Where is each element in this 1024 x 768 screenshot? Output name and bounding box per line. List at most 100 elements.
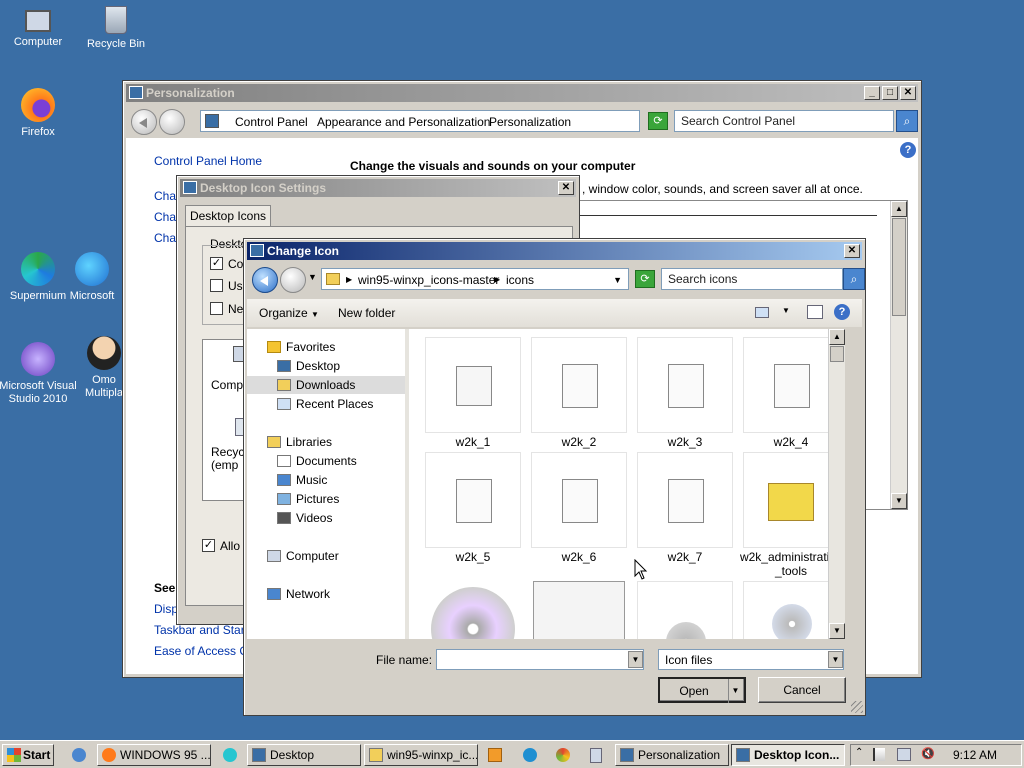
view-dropdown-icon[interactable]: ▼ <box>782 306 790 315</box>
scroll-thumb[interactable] <box>830 346 844 362</box>
ie-quicklaunch-icon[interactable] <box>72 748 86 762</box>
file-type-dropdown-icon[interactable]: ▼ <box>828 651 843 668</box>
taskbar-item-personalization[interactable]: Personalization <box>615 744 729 766</box>
calculator-icon[interactable] <box>590 748 602 763</box>
open-split-arrow-icon[interactable]: ▼ <box>728 679 742 703</box>
checkbox-computer[interactable]: ✓ <box>210 257 223 270</box>
dialog-address-field[interactable]: ▶ win95-winxp_icons-master ▶ icons ▼ <box>321 268 629 290</box>
desktop-icon-recycle-bin[interactable]: Recycle Bin <box>76 6 156 51</box>
theme-scrollbar[interactable]: ▲ ▼ <box>890 201 907 509</box>
search-control-panel-input[interactable]: Search Control Panel <box>674 110 894 132</box>
maximize-button[interactable]: □ <box>882 86 898 100</box>
supermium-quicklaunch-icon[interactable] <box>223 748 237 762</box>
search-icon[interactable]: ⌕ <box>843 268 865 290</box>
desktop-icon-settings-titlebar[interactable]: Desktop Icon Settings ✕ <box>180 179 576 197</box>
breadcrumb-item[interactable]: Control Panel <box>235 111 308 133</box>
forward-button[interactable] <box>159 109 185 135</box>
volume-muted-icon[interactable]: 🔇 <box>921 748 935 761</box>
start-button[interactable]: Start <box>2 744 54 766</box>
checkbox-network[interactable] <box>210 302 223 315</box>
network-icon[interactable] <box>897 748 911 761</box>
address-field[interactable]: Control Panel Appearance and Personaliza… <box>200 110 640 132</box>
media-player-icon[interactable] <box>488 748 502 762</box>
back-button[interactable] <box>252 267 278 293</box>
control-panel-home-link[interactable]: Control Panel Home <box>154 154 262 168</box>
path-item[interactable]: icons <box>506 269 534 291</box>
file-label[interactable]: w2k_2 <box>524 435 634 449</box>
taskbar-item-explorer[interactable]: win95-winxp_ic... <box>364 744 478 766</box>
address-dropdown-icon[interactable]: ▼ <box>613 269 622 291</box>
breadcrumb-item[interactable]: Appearance and Personalization <box>317 111 490 133</box>
file-tile[interactable] <box>425 452 521 548</box>
desktop-icon-computer[interactable]: Computer <box>0 6 78 49</box>
file-name-input[interactable] <box>436 649 644 670</box>
path-separator-icon[interactable]: ▶ <box>346 269 352 291</box>
tab-desktop-icons[interactable]: Desktop Icons <box>185 205 271 227</box>
music-cd-icon[interactable] <box>431 587 515 639</box>
file-tile[interactable] <box>743 581 839 639</box>
change-icon-titlebar[interactable]: Change Icon ✕ <box>247 242 862 260</box>
nav-recent-places[interactable]: Recent Places <box>277 395 373 413</box>
minimize-button[interactable]: _ <box>864 86 880 100</box>
file-type-select[interactable]: Icon files <box>658 649 844 670</box>
taskbar-item-desktop[interactable]: Desktop <box>247 744 361 766</box>
taskbar-item-desktop-icon-settings[interactable]: Desktop Icon... <box>731 744 845 766</box>
paint-tools-icon[interactable] <box>533 581 625 639</box>
desktop-icon-firefox[interactable]: Firefox <box>0 88 78 139</box>
nav-downloads[interactable]: Downloads <box>247 376 405 394</box>
file-tile[interactable] <box>743 337 839 433</box>
chrome-icon[interactable] <box>556 748 570 762</box>
help-icon[interactable]: ? <box>834 304 850 320</box>
view-icon[interactable] <box>755 307 769 318</box>
back-button[interactable] <box>131 109 157 135</box>
checkbox-allow-themes[interactable]: ✓ <box>202 539 215 552</box>
help-icon[interactable]: ? <box>900 142 916 158</box>
search-icon[interactable]: ⌕ <box>896 110 918 132</box>
nav-computer[interactable]: Computer <box>267 547 339 565</box>
nav-music[interactable]: Music <box>277 471 327 489</box>
cancel-button[interactable]: Cancel <box>758 677 846 703</box>
scroll-down-button[interactable]: ▼ <box>829 623 845 639</box>
file-scrollbar[interactable]: ▲ ▼ <box>828 329 845 639</box>
file-label[interactable]: w2k_1 <box>418 435 528 449</box>
see-also-link[interactable]: Ease of Access Ce <box>154 644 255 658</box>
search-icons-input[interactable]: Search icons <box>661 268 843 290</box>
scroll-thumb[interactable] <box>892 218 906 316</box>
nav-pictures[interactable]: Pictures <box>277 490 339 508</box>
scroll-up-button[interactable]: ▲ <box>891 201 907 217</box>
path-item[interactable]: win95-winxp_icons-master <box>358 269 499 291</box>
checkbox-user-files[interactable] <box>210 279 223 292</box>
desktop-icon-omo[interactable]: Omo Multipla <box>84 336 124 400</box>
file-label[interactable]: w2k_3 <box>630 435 740 449</box>
edge-icon[interactable] <box>523 748 537 762</box>
file-label[interactable]: w2k_6 <box>524 550 634 564</box>
nav-favorites[interactable]: Favorites <box>267 338 335 356</box>
desktop-icon-microsoft[interactable]: Microsoft <box>62 252 122 303</box>
clock[interactable]: 9:12 AM <box>953 748 997 762</box>
organize-button[interactable]: Organize ▼ <box>259 306 319 320</box>
path-separator-icon[interactable]: ▶ <box>494 269 500 291</box>
personalization-titlebar[interactable]: Personalization _ □ ✕ <box>126 84 918 102</box>
preview-pane-icon[interactable] <box>807 305 823 319</box>
action-center-flag-icon[interactable] <box>873 748 885 761</box>
file-tile[interactable] <box>531 452 627 548</box>
nav-documents[interactable]: Documents <box>277 452 357 470</box>
tray-expand-icon[interactable]: ⌃ <box>855 747 863 758</box>
forward-button[interactable] <box>280 267 306 293</box>
file-name-dropdown-icon[interactable]: ▼ <box>628 651 643 668</box>
file-tile[interactable] <box>425 337 521 433</box>
nav-videos[interactable]: Videos <box>277 509 332 527</box>
breadcrumb-item[interactable]: Personalization <box>489 111 571 133</box>
file-tile[interactable] <box>531 337 627 433</box>
file-label[interactable]: w2k_5 <box>418 550 528 564</box>
new-folder-button[interactable]: New folder <box>338 306 395 320</box>
file-tile[interactable] <box>637 452 733 548</box>
nav-libraries[interactable]: Libraries <box>267 433 332 451</box>
desktop-icon-visual-studio[interactable]: Microsoft Visual Studio 2010 <box>0 342 78 406</box>
refresh-button[interactable]: ⟳ <box>635 270 655 288</box>
nav-network[interactable]: Network <box>267 585 330 603</box>
see-also-link[interactable]: Taskbar and Start <box>154 623 248 637</box>
refresh-button[interactable]: ⟳ <box>648 112 668 130</box>
resize-grip-icon[interactable] <box>851 701 863 713</box>
close-button[interactable]: ✕ <box>558 181 574 195</box>
